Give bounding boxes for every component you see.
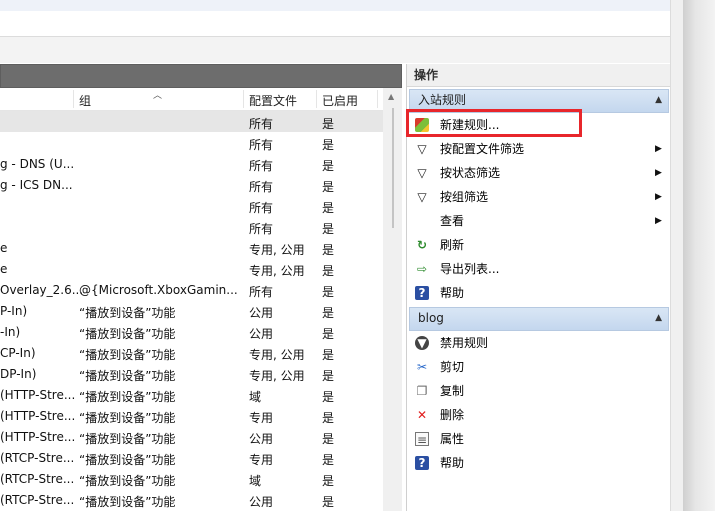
- table-row[interactable]: (RTCP-Stre... “播放到设备”功能 公用是: [0, 489, 402, 510]
- column-header-row: ︿ 组 配置文件 已启用: [0, 88, 402, 111]
- help-icon: ?: [415, 456, 429, 470]
- table-row[interactable]: -In) “播放到设备”功能 公用是: [0, 321, 402, 342]
- action-cut[interactable]: ✂ 剪切: [407, 355, 671, 379]
- copy-icon: ❐: [416, 384, 428, 398]
- filter-icon: ▽: [417, 142, 427, 156]
- table-row[interactable]: CP-In) “播放到设备”功能 专用, 公用是: [0, 342, 402, 363]
- column-separator[interactable]: [377, 90, 378, 108]
- table-row[interactable]: e 专用, 公用是: [0, 237, 402, 258]
- section-header-label: blog: [418, 311, 444, 325]
- help-icon: ?: [415, 286, 429, 300]
- toolbar-area: [0, 11, 670, 37]
- action-delete[interactable]: ✕ 删除: [407, 403, 671, 427]
- properties-icon: ≡: [415, 432, 429, 447]
- list-pane-title-bar: [0, 64, 402, 88]
- sort-ascending-icon: ︿: [153, 91, 163, 101]
- table-row[interactable]: 所有是: [0, 195, 402, 216]
- action-copy[interactable]: ❐ 复制: [407, 379, 671, 403]
- submenu-arrow-icon: ▶: [655, 192, 662, 202]
- export-icon: ⇨: [416, 262, 428, 276]
- filter-icon: ▽: [417, 166, 427, 180]
- submenu-arrow-icon: ▶: [655, 168, 662, 178]
- action-filter-by-state[interactable]: ▽ 按状态筛选 ▶: [407, 161, 671, 185]
- action-export-list[interactable]: ⇨ 导出列表...: [407, 257, 671, 281]
- action-filter-by-profile[interactable]: ▽ 按配置文件筛选 ▶: [407, 137, 671, 161]
- actions-pane-title: 操作: [407, 64, 671, 87]
- rules-list-pane: ︿ 组 配置文件 已启用 所有是 所有是 g - DNS (U... 所有是 g …: [0, 64, 402, 511]
- action-refresh[interactable]: ↻ 刷新: [407, 233, 671, 257]
- section-header-label: 入站规则: [418, 93, 467, 107]
- table-row[interactable]: (HTTP-Stre... “播放到设备”功能 专用是: [0, 405, 402, 426]
- table-row[interactable]: g - ICS DN... 所有是: [0, 174, 402, 195]
- section-header-blog[interactable]: blog ▲: [409, 307, 669, 331]
- action-help[interactable]: ? 帮助: [407, 281, 671, 305]
- table-row[interactable]: 所有是: [0, 132, 402, 153]
- delete-icon: ✕: [416, 408, 428, 422]
- column-header-enabled[interactable]: 已启用: [322, 92, 358, 109]
- table-row[interactable]: (RTCP-Stre... “播放到设备”功能域是: [0, 468, 402, 489]
- table-row[interactable]: g - DNS (U... 所有是: [0, 153, 402, 174]
- column-separator[interactable]: [316, 90, 317, 108]
- action-disable-rule[interactable]: ▼ 禁用规则: [407, 331, 671, 355]
- table-row[interactable]: e 专用, 公用是: [0, 258, 402, 279]
- submenu-arrow-icon: ▶: [655, 216, 662, 226]
- table-row[interactable]: 所有是: [0, 111, 402, 132]
- toolbar-gap: [0, 37, 670, 63]
- vertical-scrollbar[interactable]: ▲: [383, 88, 402, 511]
- scrollbar-thumb[interactable]: [392, 108, 394, 228]
- scroll-up-arrow-icon[interactable]: ▲: [388, 92, 394, 101]
- collapse-arrow-icon[interactable]: ▲: [655, 90, 662, 110]
- table-row[interactable]: (HTTP-Stre... “播放到设备”功能域是: [0, 384, 402, 405]
- rules-table-body: 所有是 所有是 g - DNS (U... 所有是 g - ICS DN... 所有…: [0, 111, 402, 510]
- cut-icon: ✂: [416, 360, 428, 374]
- table-row[interactable]: Overlay_2.6... @{Microsoft.XboxGamin... 所有…: [0, 279, 402, 300]
- column-header-group[interactable]: 组: [79, 92, 91, 109]
- filter-icon: ▽: [417, 190, 427, 204]
- top-strip: [0, 0, 670, 11]
- column-separator[interactable]: [73, 90, 74, 108]
- action-filter-by-group[interactable]: ▽ 按组筛选 ▶: [407, 185, 671, 209]
- table-row[interactable]: (RTCP-Stre... “播放到设备”功能 专用是: [0, 447, 402, 468]
- action-properties[interactable]: ≡ 属性: [407, 427, 671, 451]
- disable-icon: ▼: [415, 336, 429, 350]
- window-shadow: [683, 0, 715, 511]
- red-highlight-box: [406, 109, 582, 137]
- table-row[interactable]: (HTTP-Stre... “播放到设备”功能 公用是: [0, 426, 402, 447]
- column-separator[interactable]: [243, 90, 244, 108]
- table-row[interactable]: DP-In) “播放到设备”功能 专用, 公用是: [0, 363, 402, 384]
- collapse-arrow-icon[interactable]: ▲: [655, 308, 662, 328]
- action-help-2[interactable]: ? 帮助: [407, 451, 671, 475]
- window-right-border: [670, 0, 684, 511]
- table-row[interactable]: 所有是: [0, 216, 402, 237]
- action-view[interactable]: 查看 ▶: [407, 209, 671, 233]
- table-row[interactable]: P-In) “播放到设备”功能 公用是: [0, 300, 402, 321]
- submenu-arrow-icon: ▶: [655, 144, 662, 154]
- refresh-icon: ↻: [416, 238, 428, 252]
- column-header-profile[interactable]: 配置文件: [249, 92, 297, 109]
